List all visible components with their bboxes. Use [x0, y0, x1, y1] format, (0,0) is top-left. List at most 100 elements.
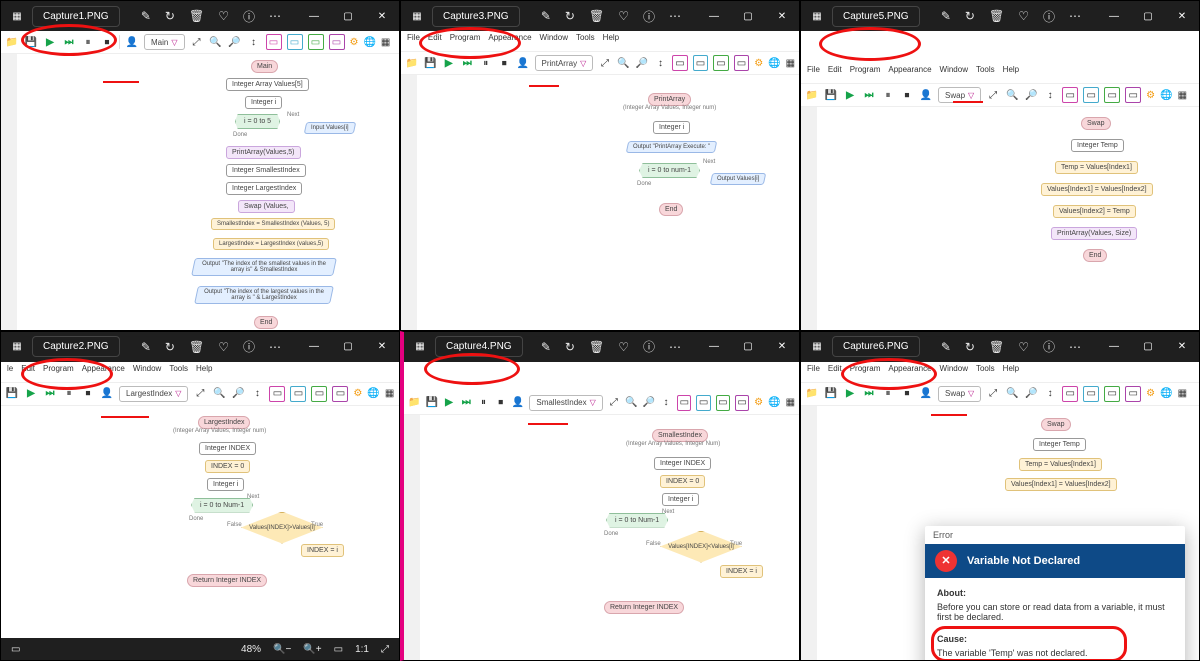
menu-file[interactable]: File	[807, 65, 820, 81]
node-cond[interactable]: Values[INDEX]<Values[i]	[660, 531, 742, 563]
gallery-icon[interactable]: ▦	[10, 340, 24, 354]
rotate-icon[interactable]: ↻	[165, 9, 175, 23]
node-call-printarray[interactable]: PrintArray(Values,5)	[226, 146, 301, 159]
zoomfit-icon[interactable]: ⤢	[986, 387, 1000, 401]
arrow-icon[interactable]: ↕	[654, 56, 668, 70]
node-decl-values[interactable]: Integer Array Values[5]	[226, 78, 309, 91]
menu-file[interactable]: le	[7, 364, 13, 380]
node-call-swap[interactable]: Swap (Values,	[238, 200, 295, 213]
info-icon[interactable]: ⓘ	[643, 338, 655, 355]
node-decl-index[interactable]: Integer INDEX	[199, 442, 256, 455]
heart-icon[interactable]: ♡	[218, 340, 229, 354]
menu-tools[interactable]: Tools	[976, 364, 995, 380]
node-loop[interactable]: i = 0 to 5	[235, 114, 280, 129]
zoomin-icon[interactable]: 🔍	[209, 35, 223, 49]
zoomfit-icon[interactable]: ⤢	[608, 396, 620, 410]
node-asg2[interactable]: Values[Index1] = Values[Index2]	[1041, 183, 1153, 196]
close-icon[interactable]: ✕	[765, 1, 799, 31]
menu-program[interactable]: Program	[850, 364, 881, 380]
tool-pink[interactable]: ▭	[1062, 386, 1078, 402]
cog-icon[interactable]: ⚙	[754, 58, 763, 69]
step-icon[interactable]: ⏭	[62, 35, 76, 49]
menu-tools[interactable]: Tools	[576, 33, 595, 49]
tool-green[interactable]: ▭	[311, 386, 327, 402]
gallery-icon[interactable]: ▦	[413, 340, 427, 354]
heart-icon[interactable]: ♡	[218, 9, 229, 23]
maximize-icon[interactable]: ▢	[331, 332, 365, 362]
function-selector[interactable]: Swap▽	[938, 386, 981, 402]
add-person-icon[interactable]: 👤	[512, 396, 524, 410]
save-icon[interactable]: 💾	[824, 88, 838, 102]
node-loop[interactable]: i = 0 to num-1	[639, 163, 700, 178]
gallery-icon[interactable]: ▦	[810, 9, 824, 23]
node-decl-temp[interactable]: Integer Temp	[1071, 139, 1124, 152]
grid-icon[interactable]: ▦	[1178, 388, 1187, 399]
tool-pink[interactable]: ▭	[672, 55, 688, 71]
play-icon[interactable]: ▶	[443, 396, 455, 410]
step-icon[interactable]: ⏭	[862, 387, 876, 401]
minimize-icon[interactable]: —	[297, 1, 331, 31]
node-asg1[interactable]: Temp = Values[Index1]	[1055, 161, 1138, 174]
node-asg-index[interactable]: INDEX = 0	[660, 475, 705, 488]
tool-green[interactable]: ▭	[716, 395, 730, 411]
info-icon[interactable]: ⓘ	[243, 338, 255, 355]
menu-appearance[interactable]: Appearance	[488, 33, 531, 49]
node-loop[interactable]: i = 0 to Num-1	[191, 498, 253, 513]
tool-pink[interactable]: ▭	[269, 386, 285, 402]
zoomout-icon[interactable]: 🔎	[642, 396, 654, 410]
zoomin-icon[interactable]: 🔍	[625, 396, 637, 410]
heart-icon[interactable]: ♡	[618, 340, 629, 354]
cog-icon[interactable]: ⚙	[1146, 90, 1155, 101]
function-selector[interactable]: Main▽	[144, 34, 185, 50]
edit-icon[interactable]: ✎	[941, 340, 951, 354]
node-cond[interactable]: Values[INDEX]>Values[i]	[241, 512, 323, 544]
more-icon[interactable]: ⋯	[1069, 9, 1081, 23]
menu-appearance[interactable]: Appearance	[888, 364, 931, 380]
tool-blue[interactable]: ▭	[696, 395, 710, 411]
trash-icon[interactable]: 🗑	[589, 9, 604, 23]
menu-window[interactable]: Window	[940, 65, 968, 81]
tab-label[interactable]: Capture4.PNG	[435, 336, 523, 357]
menu-edit[interactable]: Edit	[21, 364, 35, 380]
zoomfit-icon[interactable]: ⤢	[190, 35, 204, 49]
node-asg-index[interactable]: INDEX = 0	[205, 460, 250, 473]
save-icon[interactable]: 💾	[5, 387, 19, 401]
arrow-icon[interactable]: ↕	[660, 396, 672, 410]
menu-program[interactable]: Program	[450, 33, 481, 49]
save-icon[interactable]: 💾	[24, 35, 38, 49]
edit-icon[interactable]: ✎	[541, 9, 551, 23]
add-person-icon[interactable]: 👤	[125, 35, 139, 49]
pause-icon[interactable]: ⏸	[881, 387, 895, 401]
tool-purple[interactable]: ▭	[1125, 87, 1141, 103]
tool-purple[interactable]: ▭	[734, 55, 750, 71]
node-asg-large[interactable]: LargestIndex = LargestIndex (values,5)	[213, 238, 329, 250]
tab-label[interactable]: Capture3.PNG	[432, 6, 520, 27]
pause-icon[interactable]: ⏸	[477, 396, 489, 410]
menu-file[interactable]: File	[407, 33, 420, 49]
menu-appearance[interactable]: Appearance	[82, 364, 125, 380]
node-decl-index[interactable]: Integer INDEX	[654, 457, 711, 470]
node-end[interactable]: End	[659, 203, 683, 216]
node-asg3[interactable]: Values[Index2] = Temp	[1053, 205, 1136, 218]
rotate-icon[interactable]: ↻	[965, 9, 975, 23]
close-icon[interactable]: ✕	[365, 332, 399, 362]
tool-purple[interactable]: ▭	[1125, 386, 1141, 402]
menu-appearance[interactable]: Appearance	[888, 65, 931, 81]
node-call[interactable]: PrintArray(Values, Size)	[1051, 227, 1137, 240]
open-icon[interactable]: 📁	[805, 387, 819, 401]
taskbar-icon[interactable]: ▭	[11, 644, 20, 655]
play-icon[interactable]: ▶	[843, 88, 857, 102]
menu-file[interactable]: File	[807, 364, 820, 380]
flowchart-canvas[interactable]: Swap Integer Temp Temp = Values[Index1] …	[801, 406, 1199, 661]
zoomfit-icon[interactable]: ⤢	[986, 88, 1000, 102]
node-input[interactable]: Input Values[i]	[304, 122, 356, 134]
globe-icon[interactable]: 🌐	[363, 37, 375, 48]
node-output-header[interactable]: Output "PrintArray Execute: "	[626, 141, 718, 153]
grid-icon[interactable]: ▦	[786, 58, 795, 69]
more-icon[interactable]: ⋯	[669, 9, 681, 23]
menu-help[interactable]: Help	[1003, 364, 1019, 380]
node-asg1[interactable]: Temp = Values[Index1]	[1019, 458, 1102, 471]
function-selector[interactable]: SmallestIndex▽	[529, 395, 602, 411]
flowchart-canvas[interactable]: Swap Integer Temp Temp = Values[Index1] …	[801, 107, 1199, 330]
minimize-icon[interactable]: —	[297, 332, 331, 362]
